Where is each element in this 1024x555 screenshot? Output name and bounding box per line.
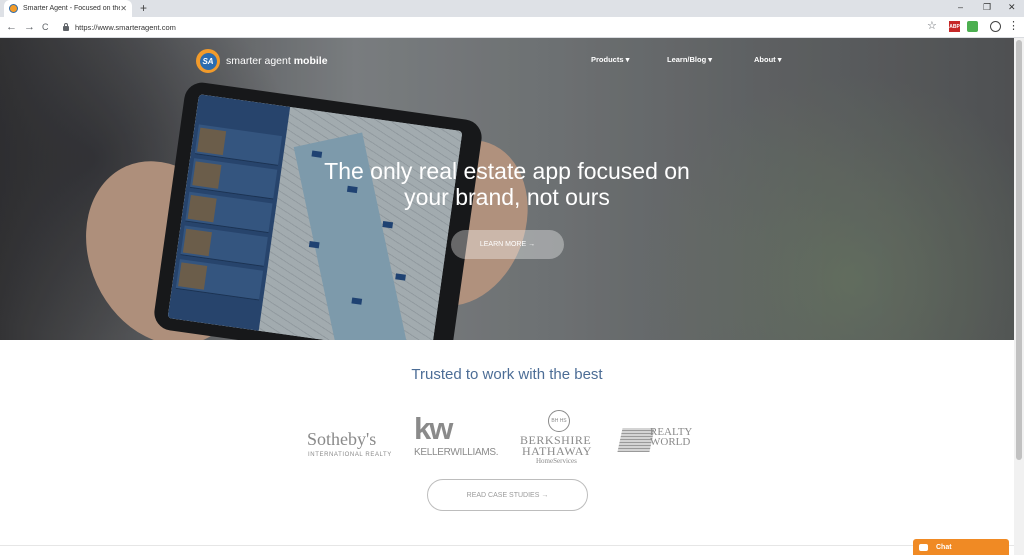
hero-section: SA smarter agent mobile Products ▾ Learn…	[0, 38, 1014, 340]
learn-more-button[interactable]: LEARN MORE →	[451, 230, 564, 259]
back-button[interactable]: ←	[6, 21, 17, 33]
address-bar[interactable]: https://www.smarteragent.com	[57, 20, 937, 35]
berkshire-hathaway-logo-line3: HomeServices	[536, 457, 577, 465]
minimize-button[interactable]: –	[958, 2, 963, 12]
window-close-button[interactable]: ✕	[1008, 2, 1016, 13]
url-text[interactable]: https://www.smarteragent.com	[75, 23, 176, 32]
realty-world-logo: REALTY WORLD	[650, 426, 693, 448]
browser-tabstrip: Smarter Agent - Focused on the ✕ + – ❐ ✕	[0, 0, 1024, 17]
read-case-studies-button[interactable]: READ CASE STUDIES →	[427, 479, 588, 511]
chat-label: Chat	[936, 543, 952, 551]
logo-mark-icon: SA	[196, 49, 220, 73]
sothebys-logo-subtitle: INTERNATIONAL REALTY	[308, 452, 392, 458]
tab-close-icon[interactable]: ✕	[120, 4, 127, 13]
extension-icon[interactable]	[967, 21, 978, 32]
tab-title: Smarter Agent - Focused on the	[23, 5, 121, 12]
browser-tab[interactable]: Smarter Agent - Focused on the ✕	[4, 0, 132, 17]
site-logo[interactable]: SA smarter agent mobile	[196, 49, 328, 73]
section-divider	[0, 545, 1014, 546]
nav-learn-blog[interactable]: Learn/Blog ▾	[667, 55, 712, 64]
sothebys-logo: Sotheby's	[307, 429, 377, 449]
realty-world-logo-icon	[617, 428, 655, 452]
forward-button[interactable]: →	[24, 21, 35, 33]
adblock-extension-icon[interactable]: ABP	[949, 21, 960, 32]
chat-widget-button[interactable]: Chat	[913, 539, 1009, 555]
nav-about[interactable]: About ▾	[754, 55, 782, 64]
keller-williams-wordmark: KELLERWILLIAMS.	[414, 447, 499, 458]
hero-title: The only real estate app focused on your…	[324, 158, 690, 210]
berkshire-hathaway-seal-icon: BH HS	[548, 410, 570, 432]
nav-products[interactable]: Products ▾	[591, 55, 629, 64]
site-favicon-icon	[9, 4, 18, 13]
reload-button[interactable]: C	[42, 21, 49, 33]
browser-toolbar: ← → C https://www.smarteragent.com ☆ ABP…	[0, 17, 1024, 38]
restore-button[interactable]: ❐	[983, 2, 991, 13]
bookmark-star-icon[interactable]: ☆	[927, 19, 937, 32]
logo-text: smarter agent mobile	[226, 55, 328, 67]
new-tab-button[interactable]: +	[140, 2, 147, 14]
trusted-heading: Trusted to work with the best	[411, 366, 603, 383]
keller-williams-logo: kw	[414, 411, 453, 446]
scrollbar-thumb[interactable]	[1016, 40, 1022, 460]
chat-bubble-icon	[919, 543, 928, 551]
lock-icon	[63, 23, 69, 31]
browser-menu-icon[interactable]: ⋮	[1008, 20, 1019, 33]
profile-avatar-icon[interactable]	[990, 21, 1001, 32]
